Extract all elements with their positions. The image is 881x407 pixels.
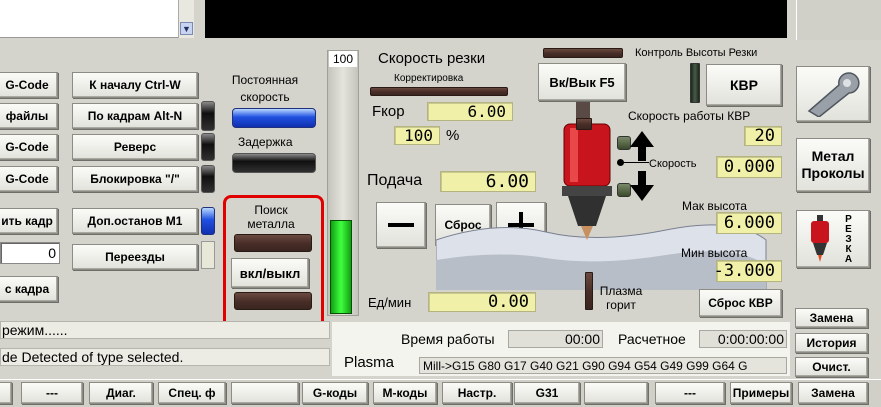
gcode-list-panel[interactable]	[0, 0, 178, 38]
metal-pierce-label: Метал Проколы	[801, 148, 865, 181]
optional-stop-led	[201, 207, 215, 235]
mode-status-text: режим......	[2, 322, 68, 338]
bottom-tab-mcodes[interactable]: M-коды	[373, 382, 437, 404]
plasma-on-label: Плазма горит	[599, 284, 643, 312]
mode-status: режим......	[0, 321, 330, 339]
chevron-down-icon[interactable]: ▼	[180, 22, 193, 35]
line-number-value: 0	[48, 245, 56, 261]
fkor-label: Fкор	[372, 103, 405, 120]
runtime-value-field: 00:00	[508, 330, 603, 348]
left-button-from-line[interactable]: с кадра	[0, 276, 58, 302]
wrench-icon	[807, 72, 860, 117]
feed-label: Подача	[367, 172, 423, 189]
thc-status-led	[543, 48, 623, 58]
slider-value-text: 100	[332, 52, 354, 66]
modal-codes-field: Mill->G15 G80 G17 G40 G21 G90 G94 G54 G4…	[419, 357, 787, 374]
left-button-gcode-2[interactable]: G-Code	[0, 134, 58, 160]
left-button-gcode-1[interactable]: G-Code	[0, 72, 58, 98]
units-label: Ед/мин	[368, 295, 412, 310]
bottom-tab-1[interactable]: ---	[21, 382, 83, 404]
profile-label: Plasma	[344, 354, 395, 371]
message-status-text: de Detected of type selected.	[2, 349, 184, 365]
thc-title: Контроль Высоты Резки	[635, 47, 758, 59]
metal-search-led-bottom	[234, 292, 312, 310]
reverse-led	[201, 133, 215, 161]
constant-speed-led	[232, 108, 316, 128]
estimate-value: 0:00:00:00	[717, 331, 784, 347]
toolpath-display[interactable]	[205, 0, 787, 38]
thc-speed-dro: 20	[744, 126, 782, 146]
reverse-button[interactable]: Реверс	[72, 134, 198, 160]
modal-codes-text: Mill->G15 G80 G17 G40 G21 G90 G94 G54 G4…	[423, 358, 748, 373]
torch-speed-label: Скорость	[649, 158, 697, 170]
cut-speed-title: Скорость резки	[378, 50, 486, 67]
tool-setup-button[interactable]	[796, 66, 870, 122]
bottom-tab-10[interactable]: ---	[655, 382, 725, 404]
block-delete-button[interactable]: Блокировка "/"	[72, 166, 198, 192]
cut-mode-label: РЕЗКА	[843, 214, 854, 264]
speed-pointer-dot	[617, 159, 624, 166]
thc-reset-button[interactable]: Сброс КВР	[699, 289, 782, 317]
bottom-tab-special[interactable]: Спец. ф	[158, 382, 226, 404]
single-block-led	[201, 101, 215, 131]
delay-led	[232, 153, 316, 173]
traverse-led	[201, 241, 215, 269]
bottom-tab-9[interactable]	[584, 382, 648, 404]
torch-speed-dro: 0.000	[716, 156, 782, 178]
single-block-button[interactable]: По кадрам Alt-N	[72, 103, 198, 129]
top-right-panel	[796, 0, 881, 40]
runtime-value: 00:00	[564, 331, 600, 347]
bottom-tab-examples[interactable]: Примеры	[730, 382, 792, 404]
thc-kvr-button[interactable]: КВР	[706, 64, 782, 106]
bottom-tab-diag[interactable]: Диаг.	[89, 382, 153, 404]
delay-label: Задержка	[238, 135, 293, 149]
metal-search-toggle-button[interactable]: вкл/выкл	[231, 258, 309, 288]
block-delete-led	[201, 165, 215, 193]
metal-pierce-button[interactable]: Метал Проколы	[796, 138, 870, 192]
bottom-tab-0[interactable]	[0, 382, 12, 404]
bottom-tab-gcodes[interactable]: G-коды	[302, 382, 368, 404]
left-button-run-from-line[interactable]: ить кадр	[0, 208, 58, 234]
minus-icon	[388, 223, 414, 227]
runtime-label: Время работы	[401, 331, 495, 347]
estimate-label: Расчетное	[618, 331, 686, 347]
max-height-dro: 6.000	[716, 212, 782, 234]
bottom-tab-g31[interactable]: G31	[514, 382, 580, 404]
torch-icon	[811, 215, 829, 262]
left-button-files[interactable]: файлы	[0, 103, 58, 129]
feedrate-slider-value: 100	[329, 51, 357, 67]
torch-up-led	[576, 118, 592, 130]
thc-toggle-button[interactable]: Вк/Вык F5	[538, 63, 626, 101]
speed-pointer-line	[621, 162, 649, 163]
history-button[interactable]: История	[795, 333, 868, 353]
thc-enabled-led	[690, 63, 700, 103]
optional-stop-button[interactable]: Доп.останов M1	[72, 208, 198, 234]
constant-speed-label: Постоянная скорость	[231, 73, 299, 104]
replace-bottom-button[interactable]: Замена	[798, 382, 868, 404]
bottom-tab-4[interactable]	[231, 382, 299, 404]
metal-search-label: Поиск металла	[247, 203, 295, 231]
metal-search-led-top	[234, 234, 312, 252]
correction-led	[370, 87, 508, 96]
bottom-tab-settings[interactable]: Настр.	[442, 382, 512, 404]
line-number-field[interactable]: 0	[0, 242, 60, 264]
replace-button[interactable]: Замена	[795, 308, 868, 328]
correction-label: Корректировка	[394, 73, 464, 84]
rewind-button[interactable]: К началу Ctrl-W	[72, 72, 198, 98]
plasma-on-led	[585, 272, 593, 310]
traverse-button[interactable]: Переезды	[72, 244, 198, 270]
message-status: de Detected of type selected.	[0, 348, 330, 366]
clear-button[interactable]: Очист.	[795, 357, 868, 377]
min-height-dro: -3.000	[714, 260, 782, 282]
max-height-label: Мак высота	[682, 199, 747, 213]
feed-override-percent-dro: 100	[394, 126, 440, 145]
feed-minus-button[interactable]	[376, 202, 426, 248]
estimate-value-field: 0:00:00:00	[699, 330, 787, 348]
cut-mode-button[interactable]: РЕЗКА	[796, 210, 870, 268]
gcode-scrollbar[interactable]: ▼	[178, 0, 194, 38]
feedrate-slider-thumb[interactable]	[330, 220, 352, 314]
left-button-gcode-3[interactable]: G-Code	[0, 166, 58, 192]
min-height-label: Мин высота	[681, 246, 748, 260]
thc-speed-label: Скорость работы КВР	[628, 109, 751, 123]
